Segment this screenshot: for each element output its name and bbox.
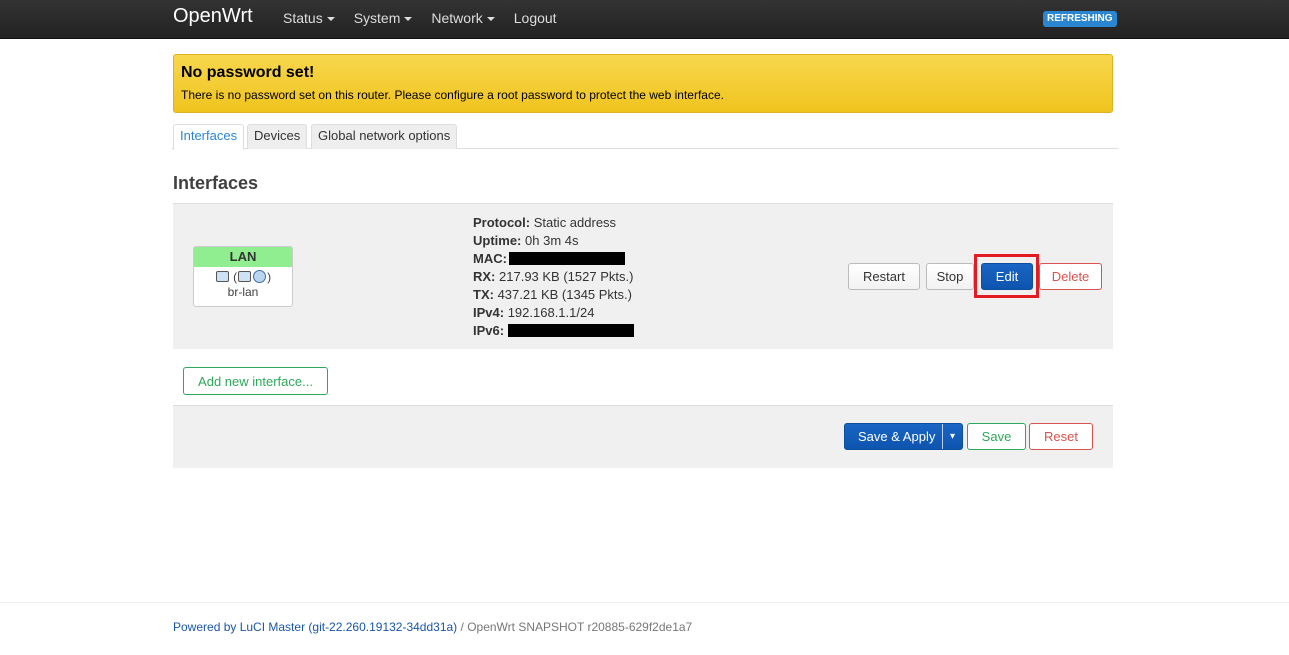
network-tabs: Interfaces Devices Global network option… <box>172 124 1118 150</box>
menu-system-label: System <box>353 10 401 26</box>
tx-value: 437.21 KB (1345 Pkts.) <box>497 287 632 302</box>
save-apply-button[interactable]: Save & Apply <box>845 429 942 444</box>
main-menu: Status System Network Logout <box>283 10 576 26</box>
caret-down-icon[interactable]: ▾ <box>943 431 962 442</box>
rx-label: RX: <box>473 269 496 284</box>
menu-status-label: Status <box>283 10 323 26</box>
ipv4-label: IPv4: <box>473 305 505 320</box>
luci-link[interactable]: Powered by LuCI Master (git-22.260.19132… <box>173 620 457 634</box>
chevron-down-icon <box>404 17 413 21</box>
top-navbar: OpenWrt Status System Network Logout REF… <box>0 0 1289 39</box>
stop-button[interactable]: Stop <box>926 263 974 290</box>
mac-label: MAC: <box>473 251 507 266</box>
tx-label: TX: <box>473 287 494 302</box>
chevron-down-icon <box>326 17 335 21</box>
interface-name: LAN <box>194 247 292 267</box>
menu-network[interactable]: Network <box>431 10 495 26</box>
interface-badge: LAN () br-lan <box>193 246 293 307</box>
footer: Powered by LuCI Master (git-22.260.19132… <box>173 620 692 634</box>
refreshing-badge[interactable]: REFRESHING <box>1043 11 1117 27</box>
menu-status[interactable]: Status <box>283 10 335 26</box>
reset-button[interactable]: Reset <box>1029 423 1093 450</box>
interface-status: Protocol: Static address Uptime: 0h 3m 4… <box>473 214 634 340</box>
uptime-value: 0h 3m 4s <box>525 233 579 248</box>
alert-title: No password set! <box>181 64 315 81</box>
footer-separator: / <box>457 620 468 634</box>
tab-global-network-options[interactable]: Global network options <box>311 124 458 149</box>
interface-row-lan: LAN () br-lan Protocol: Static address U… <box>173 203 1113 349</box>
bridge-icon <box>215 271 229 282</box>
uptime-label: Uptime: <box>473 233 522 248</box>
brand-logo[interactable]: OpenWrt <box>173 4 253 28</box>
no-password-alert: No password set! There is no password se… <box>173 54 1113 113</box>
mac-redacted <box>508 252 625 265</box>
split-divider <box>942 424 943 449</box>
protocol-value: Static address <box>533 215 617 230</box>
footer-divider <box>0 602 1289 603</box>
interface-device: br-lan <box>227 285 259 299</box>
ipv6-redacted <box>507 324 634 337</box>
ipv6-label: IPv6: <box>473 323 505 338</box>
save-button[interactable]: Save <box>967 423 1026 450</box>
chevron-down-icon <box>486 17 495 21</box>
save-apply-split-button: Save & Apply ▾ <box>844 423 963 450</box>
tab-interfaces[interactable]: Interfaces <box>173 124 245 150</box>
page-actions: Save & Apply ▾ Save Reset <box>173 405 1113 468</box>
add-new-interface-button[interactable]: Add new interface... <box>183 367 328 395</box>
paren-close: ) <box>267 270 272 284</box>
interface-device-icons: () <box>194 269 292 285</box>
restart-button[interactable]: Restart <box>848 263 920 290</box>
protocol-label: Protocol: <box>473 215 531 230</box>
ipv4-value: 192.168.1.1/24 <box>507 305 595 320</box>
wireless-icon <box>253 270 267 283</box>
edit-button[interactable]: Edit <box>981 263 1033 290</box>
menu-network-label: Network <box>431 10 483 26</box>
paren-open: ( <box>233 270 238 284</box>
ethernet-port-icon <box>238 271 252 282</box>
delete-button[interactable]: Delete <box>1039 263 1102 290</box>
section-title: Interfaces <box>173 173 259 193</box>
rx-value: 217.93 KB (1527 Pkts.) <box>499 269 634 284</box>
menu-system[interactable]: System <box>354 10 413 26</box>
alert-text: There is no password set on this router.… <box>181 88 724 102</box>
tab-devices[interactable]: Devices <box>247 124 308 149</box>
menu-logout[interactable]: Logout <box>514 10 557 26</box>
openwrt-version: OpenWrt SNAPSHOT r20885-629f2de1a7 <box>467 620 693 634</box>
